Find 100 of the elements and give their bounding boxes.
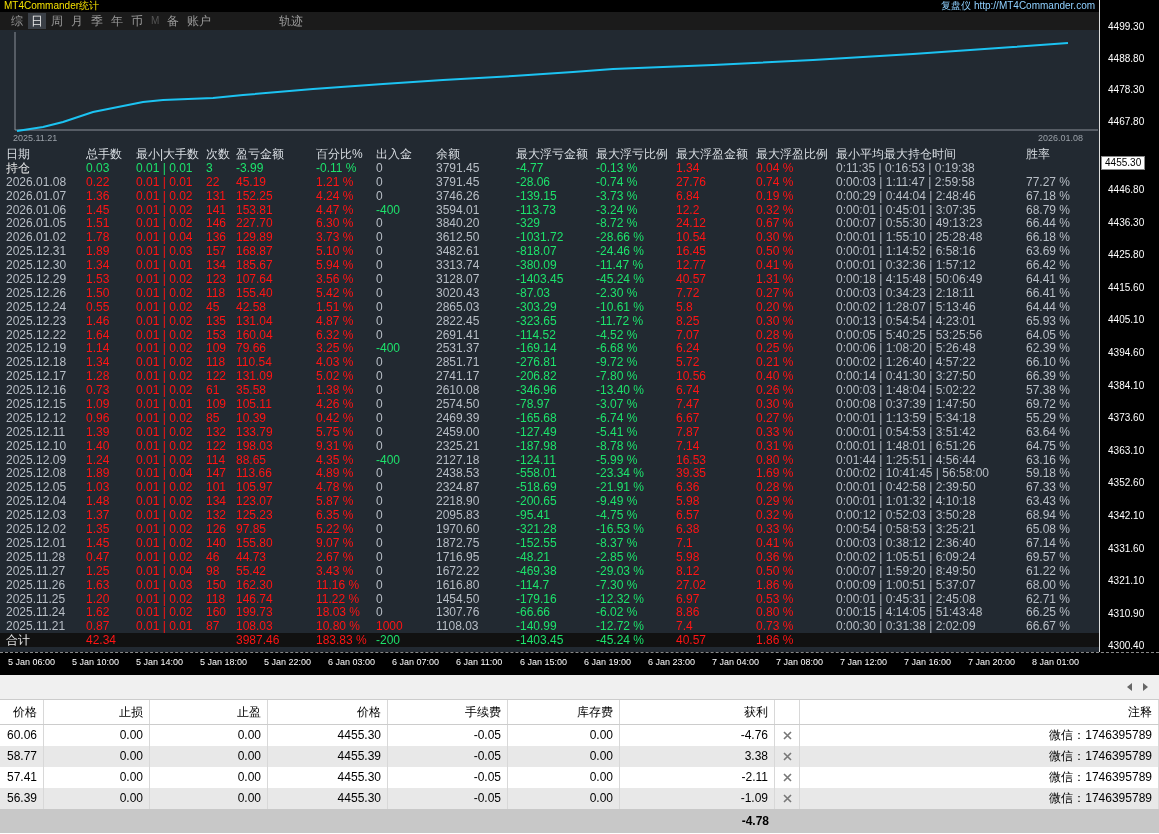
table-cell-text: 2025.12.22 bbox=[6, 327, 68, 342]
period-tab[interactable]: 季 bbox=[88, 13, 106, 29]
table-cell-text: -276.81 bbox=[516, 355, 558, 370]
column-header: 余额 bbox=[436, 147, 461, 161]
table-cell-text: 57.38 % bbox=[1026, 383, 1072, 398]
table-cell-text: 66.18 % bbox=[1026, 230, 1072, 245]
table-cell-text: 2025.12.12 bbox=[6, 410, 68, 425]
table-cell-text: 62.39 % bbox=[1026, 341, 1072, 356]
period-tab[interactable]: 综 bbox=[8, 13, 26, 29]
table-cell-text: 2459.00 bbox=[436, 424, 481, 439]
table-cell-text: 88.65 bbox=[236, 452, 268, 467]
table-cell-text: 0:00:02 | 10:41:45 | 56:58:00 bbox=[836, 466, 991, 481]
column-header[interactable]: 获利 bbox=[620, 700, 775, 724]
time-tick: 5 Jan 22:00 bbox=[264, 656, 313, 669]
time-tick: 6 Jan 11:00 bbox=[456, 656, 504, 669]
table-cell-text: -5.41 % bbox=[596, 424, 639, 439]
table-cell-text: 1.09 bbox=[86, 397, 111, 412]
period-tab[interactable]: 账户 bbox=[184, 13, 215, 29]
column-header: 出入金 bbox=[376, 147, 413, 161]
table-cell-text: -818.07 bbox=[516, 244, 558, 259]
table-cell-text: 0.01 | 0.02 bbox=[136, 299, 194, 314]
table-cell-text: 3.56 % bbox=[316, 272, 355, 286]
period-tab[interactable]: 周 bbox=[48, 13, 66, 29]
table-cell-text: 2127.18 bbox=[436, 452, 481, 467]
table-cell-text: 6.97 bbox=[676, 591, 701, 606]
table-cell-text: 0.53 % bbox=[756, 591, 795, 606]
period-tab[interactable]: 备 bbox=[164, 13, 183, 29]
table-cell-text: 1672.22 bbox=[436, 563, 481, 578]
price-tick: 4321.10 bbox=[1108, 575, 1145, 588]
table-cell-text: -12.72 % bbox=[596, 619, 646, 634]
table-cell-text: 1.78 bbox=[86, 230, 111, 245]
column-header[interactable]: 止盈 bbox=[150, 700, 268, 724]
table-cell-text: 0:00:05 | 5:40:25 | 53:25:56 bbox=[836, 327, 984, 342]
table-cell-text: 5.10 % bbox=[316, 244, 355, 259]
column-header[interactable]: 注释 bbox=[800, 700, 1159, 724]
period-tab[interactable]: 币 bbox=[128, 13, 146, 29]
table-cell: 4455.39 bbox=[268, 746, 388, 767]
table-cell-text: 3594.01 bbox=[436, 202, 481, 217]
table-cell-text: 5.02 % bbox=[316, 369, 355, 384]
scroll-left-button[interactable] bbox=[1125, 681, 1135, 693]
table-cell-text: 6.67 bbox=[676, 410, 701, 425]
table-cell-text: 3 bbox=[206, 160, 214, 175]
table-cell-text: 0.96 bbox=[86, 410, 111, 425]
table-cell-text: 0.42 % bbox=[316, 410, 355, 425]
table-cell-text: 0 bbox=[376, 508, 384, 523]
table-cell-text: 6.38 bbox=[676, 522, 701, 537]
table-cell-text: 0:00:15 | 4:14:05 | 51:43:48 bbox=[836, 605, 984, 620]
table-cell-text: 0.19 % bbox=[756, 188, 795, 203]
table-cell-text: 0:00:02 | 1:05:51 | 6:09:24 bbox=[836, 549, 977, 564]
period-tab[interactable]: 月 bbox=[68, 13, 86, 29]
table-cell-text: 3.25 % bbox=[316, 341, 355, 356]
time-tick: 5 Jan 14:00 bbox=[136, 656, 185, 669]
time-tick: 5 Jan 06:00 bbox=[8, 656, 57, 669]
table-cell-text: 1.64 bbox=[86, 327, 111, 342]
close-icon[interactable] bbox=[782, 773, 792, 782]
table-cell-text: 0:00:03 | 0:38:12 | 2:36:40 bbox=[836, 535, 977, 550]
table-cell-text: 2025.12.19 bbox=[6, 341, 68, 356]
column-header[interactable]: 库存费 bbox=[508, 700, 620, 724]
table-cell-text: -400 bbox=[376, 452, 402, 467]
table-cell-text: 2691.41 bbox=[436, 327, 481, 342]
close-icon[interactable] bbox=[782, 752, 792, 761]
table-cell-text: 0.33 % bbox=[756, 424, 795, 439]
table-cell-text: 16.53 bbox=[676, 452, 708, 467]
column-header[interactable]: 手续费 bbox=[388, 700, 508, 724]
table-cell-text: 0:00:01 | 1:48:01 | 6:51:26 bbox=[836, 438, 977, 453]
table-cell-text: -321.28 bbox=[516, 522, 558, 537]
table-cell-text: 3746.26 bbox=[436, 188, 481, 203]
column-header[interactable]: 价格 bbox=[0, 700, 44, 724]
table-cell-text: 3.43 % bbox=[316, 563, 355, 578]
table-cell-text: -323.65 bbox=[516, 313, 558, 328]
table-cell-text: 0.01 | 0.02 bbox=[136, 424, 194, 439]
close-icon[interactable] bbox=[782, 731, 792, 740]
table-cell-text: 0:00:03 | 0:34:23 | 2:18:11 bbox=[836, 285, 976, 300]
end-date-label: 2026.01.08 bbox=[1037, 132, 1083, 144]
table-cell-text: 132 bbox=[206, 424, 228, 439]
table-cell-text: 131 bbox=[206, 188, 228, 203]
table-cell-text: 125.23 bbox=[236, 508, 274, 523]
period-tab[interactable]: 日 bbox=[28, 13, 46, 29]
table-cell-text: 0:00:01 | 1:01:32 | 4:10:18 bbox=[836, 494, 977, 509]
table-cell-text: 69.72 % bbox=[1026, 397, 1072, 412]
website-link[interactable]: 复盘仪 http://MT4Commander.com bbox=[941, 0, 1096, 12]
column-header[interactable]: 止损 bbox=[44, 700, 150, 724]
period-tab[interactable]: 年 bbox=[108, 13, 126, 29]
table-cell-text: -558.01 bbox=[516, 466, 558, 481]
table-cell-text: 152.25 bbox=[236, 188, 274, 203]
table-cell-text: 85 bbox=[206, 410, 221, 425]
table-cell-text: 2025.11.28 bbox=[6, 549, 67, 564]
table-cell-text: 2025.12.04 bbox=[6, 494, 68, 509]
table-cell-text: 5.98 bbox=[676, 494, 701, 509]
table-cell-text: 4.87 % bbox=[316, 313, 355, 328]
table-cell-text: 2218.90 bbox=[436, 494, 481, 509]
close-icon[interactable] bbox=[782, 794, 792, 803]
table-cell-text: 0 bbox=[376, 549, 384, 564]
table-cell-text: 68.94 % bbox=[1026, 508, 1072, 523]
table-cell-text: 0:00:13 | 0:54:54 | 4:23:01 bbox=[836, 313, 977, 328]
trail-tab[interactable]: 轨迹 bbox=[276, 13, 307, 29]
column-header[interactable]: 价格 bbox=[268, 700, 388, 724]
table-cell: 58.77 bbox=[0, 746, 44, 767]
table-cell-text: 6.32 % bbox=[316, 327, 355, 342]
table-cell-text: 1.24 bbox=[86, 452, 111, 467]
